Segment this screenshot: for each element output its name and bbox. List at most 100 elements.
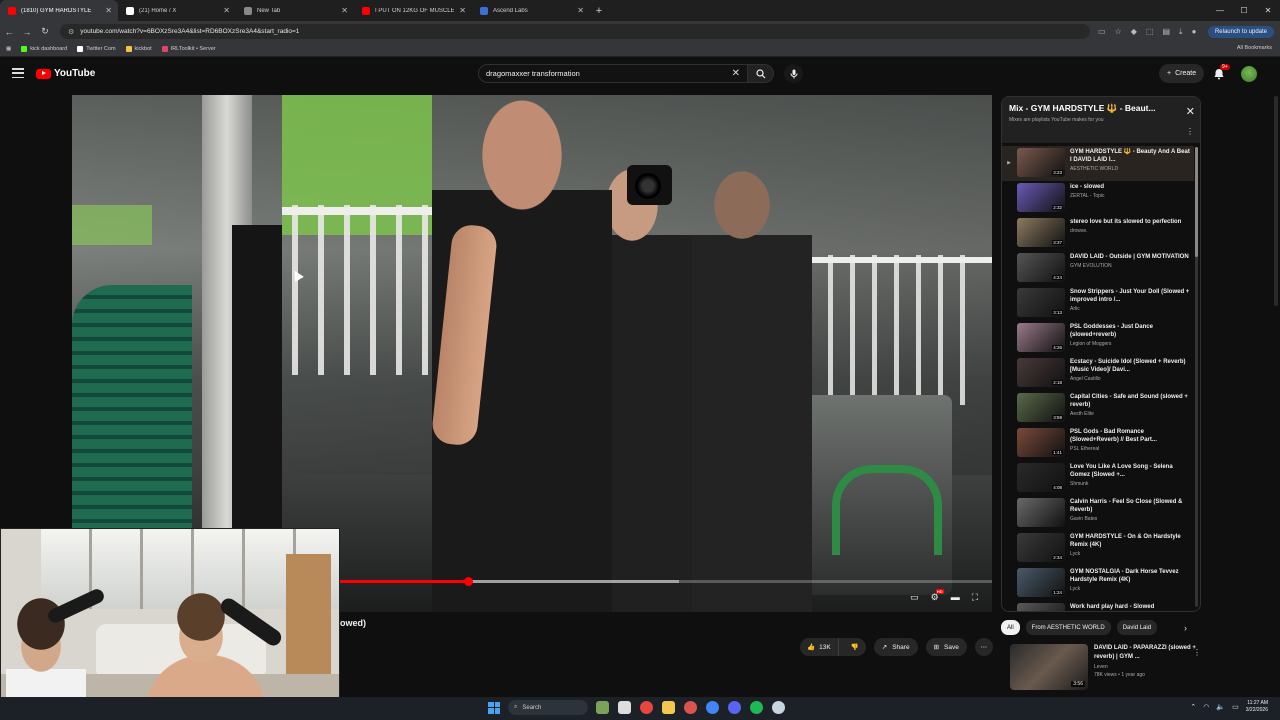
extensions-puzzle-icon[interactable]: ⬚ xyxy=(1146,27,1154,36)
spotify-icon[interactable] xyxy=(750,701,763,714)
drag-handle-icon[interactable] xyxy=(1006,533,1012,545)
omnibox[interactable]: ⚙ youtube.com/watch?v=6BOXzSre3A4&list=R… xyxy=(60,24,1090,39)
drag-handle-icon[interactable] xyxy=(1006,603,1012,611)
bookmark-item[interactable]: Twitter Com xyxy=(77,46,116,52)
battery-icon[interactable]: ▭ xyxy=(1232,703,1239,711)
bookmark-item[interactable]: IRLToolkit • Server xyxy=(161,46,216,52)
search-button[interactable] xyxy=(748,64,774,83)
playlist-thumbnail[interactable]: 4:26 xyxy=(1017,323,1065,352)
playlist-thumbnail[interactable]: 3:23 xyxy=(1017,148,1065,177)
downloads-icon[interactable]: ⤓ xyxy=(1179,27,1183,37)
drag-handle-icon[interactable] xyxy=(1006,183,1012,195)
playlist-item[interactable]: 2:34 GYM HARDSTYLE - On & On Hardstyle Re… xyxy=(1002,531,1194,566)
filter-chip[interactable]: All xyxy=(1001,620,1020,635)
playlist-scroll-thumb[interactable] xyxy=(1195,147,1198,257)
recommended-channel[interactable]: Leven xyxy=(1094,664,1200,670)
browser-tab[interactable]: (21) Home / X ✕ xyxy=(118,0,236,21)
playlist-item[interactable]: 4:24 DAVID LAID - Outside | GYM MOTIVATIO… xyxy=(1002,251,1194,286)
close-tab-icon[interactable]: ✕ xyxy=(577,6,584,15)
search-query[interactable]: dragomaxxer transformation xyxy=(486,69,580,78)
playlist-thumbnail[interactable]: 1:41 xyxy=(1017,428,1065,457)
drag-handle-icon[interactable] xyxy=(1006,288,1012,300)
playlist-title[interactable]: Mix - GYM HARDSTYLE 🔱 - Beaut... xyxy=(1009,103,1169,114)
miniplayer-icon[interactable]: ▭ xyxy=(910,592,919,603)
task-view-icon[interactable] xyxy=(618,701,631,714)
close-tab-icon[interactable]: ✕ xyxy=(105,6,112,15)
playlist-thumbnail[interactable]: 2:34 xyxy=(1017,533,1065,562)
youtube-logo[interactable]: YouTube xyxy=(36,68,95,79)
drag-handle-icon[interactable] xyxy=(1006,218,1012,230)
side-panel-icon[interactable]: ▤ xyxy=(1162,27,1170,36)
filter-chip[interactable]: David Laid xyxy=(1116,620,1158,635)
discord-icon[interactable] xyxy=(728,701,741,714)
site-info-icon[interactable]: ⚙ xyxy=(68,28,74,36)
playlist-thumbnail[interactable]: 2:32 xyxy=(1017,183,1065,212)
windows-start-icon[interactable] xyxy=(488,701,500,714)
extension-icon[interactable]: ◆ xyxy=(1131,27,1137,36)
playlist-item[interactable]: Work hard play hard - Slowed xyxy=(1002,601,1194,611)
menu-icon[interactable] xyxy=(12,68,24,78)
create-button[interactable]: + Create xyxy=(1159,64,1205,83)
scrubber-handle[interactable] xyxy=(463,577,473,586)
browser-tab[interactable]: New Tab ✕ xyxy=(236,0,354,21)
playlist-item[interactable]: ▶ 3:23 GYM HARDSTYLE 🔱 - Beauty And A Beat… xyxy=(1002,146,1194,181)
theater-mode-icon[interactable]: ▬ xyxy=(951,592,960,603)
notifications-button[interactable]: 9+ xyxy=(1213,64,1230,81)
page-scrollbar[interactable] xyxy=(1274,96,1278,306)
profile-icon[interactable]: ● xyxy=(1192,27,1197,36)
bookmark-item[interactable]: kick dashboard xyxy=(21,46,67,52)
playlist-item[interactable]: Calvin Harris - Feel So Close (Slowed & … xyxy=(1002,496,1194,531)
playlist-thumbnail[interactable]: 4:24 xyxy=(1017,253,1065,282)
playlist-item[interactable]: 3:13 Snow Strippers - Just Your Doll (Slo… xyxy=(1002,286,1194,321)
playlist-item[interactable]: 3:59 Capital Cities - Safe and Sound (slo… xyxy=(1002,391,1194,426)
drag-handle-icon[interactable] xyxy=(1006,253,1012,265)
save-button[interactable]: ⊞ Save xyxy=(925,638,967,656)
relaunch-button[interactable]: Relaunch to update xyxy=(1207,25,1274,38)
chrome-profile-icon[interactable] xyxy=(706,701,719,714)
volume-icon[interactable]: 🔈 xyxy=(1216,703,1225,711)
playlist-thumbnail[interactable]: 3:59 xyxy=(1017,393,1065,422)
bookmark-star-icon[interactable]: ☆ xyxy=(1115,27,1122,36)
drag-handle-icon[interactable] xyxy=(1006,358,1012,370)
playlist-item[interactable]: 3:37 stereo love but its slowed to perfec… xyxy=(1002,216,1194,251)
browser-tab[interactable]: Ascend Labs ✕ xyxy=(472,0,590,21)
close-tab-icon[interactable]: ✕ xyxy=(459,6,466,15)
close-window-icon[interactable]: ✕ xyxy=(1256,0,1280,21)
chevron-up-icon[interactable]: ⌃ xyxy=(1190,703,1196,711)
wifi-icon[interactable]: ◠ xyxy=(1203,703,1209,711)
dislike-button[interactable]: 👎 xyxy=(844,638,866,656)
url-text[interactable]: youtube.com/watch?v=6BOXzSre3A4&list=RD6… xyxy=(80,28,1082,35)
close-playlist-icon[interactable]: ✕ xyxy=(1186,105,1195,118)
search-input[interactable]: dragomaxxer transformation ✕ xyxy=(478,64,748,83)
playlist-thumbnail[interactable]: 3:13 xyxy=(1017,288,1065,317)
minimize-icon[interactable]: — xyxy=(1208,0,1232,21)
drag-handle-icon[interactable] xyxy=(1006,323,1012,335)
settings-icon[interactable]: ⚙ HD xyxy=(931,589,944,603)
playlist-thumbnail[interactable]: 3:37 xyxy=(1017,218,1065,247)
recommended-title[interactable]: DAVID LAID - PAPARAZZI (slowed + reverb)… xyxy=(1094,644,1200,662)
account-avatar[interactable] xyxy=(1241,66,1257,82)
drag-handle-icon[interactable] xyxy=(1006,463,1012,475)
playlist-thumbnail[interactable] xyxy=(1017,603,1065,611)
playlist-item[interactable]: 2:32 ice - slowed ZERTAL - Topic xyxy=(1002,181,1194,216)
playlist-item[interactable]: 4:26 PSL Goddesses - Just Dance (slowed+r… xyxy=(1002,321,1194,356)
fullscreen-icon[interactable]: ⛶ xyxy=(972,592,978,603)
playlist-item[interactable]: 4:08 Love You Like A Love Song - Selena G… xyxy=(1002,461,1194,496)
browser-tab[interactable]: I PUT ON 12KG OF MUSCLE IN ✕ xyxy=(354,0,472,21)
more-vertical-icon[interactable]: ⋮ xyxy=(1186,127,1194,136)
browser-tab[interactable]: (1810) GYM HARDSTYLE ✕ xyxy=(0,0,118,21)
clear-search-icon[interactable]: ✕ xyxy=(732,68,740,79)
share-button[interactable]: ↗ Share xyxy=(873,638,918,656)
like-button[interactable]: 👍 13K xyxy=(800,638,839,656)
landscape-icon[interactable] xyxy=(596,701,609,714)
chrome-alt-icon[interactable] xyxy=(684,701,697,714)
voice-search-button[interactable] xyxy=(784,64,803,83)
filter-chip[interactable]: From AESTHETIC WORLD xyxy=(1025,620,1111,635)
playlist-item[interactable]: 2:18 Ecstacy - Suicide Idol (Slowed + Rev… xyxy=(1002,356,1194,391)
apps-icon[interactable]: ▦ xyxy=(6,46,11,52)
close-tab-icon[interactable]: ✕ xyxy=(223,6,230,15)
reload-icon[interactable]: ↻ xyxy=(36,26,54,37)
all-bookmarks-link[interactable]: All Bookmarks xyxy=(1237,45,1272,51)
playlist-thumbnail[interactable] xyxy=(1017,498,1065,527)
bookmark-item[interactable]: kickbot xyxy=(125,46,152,52)
